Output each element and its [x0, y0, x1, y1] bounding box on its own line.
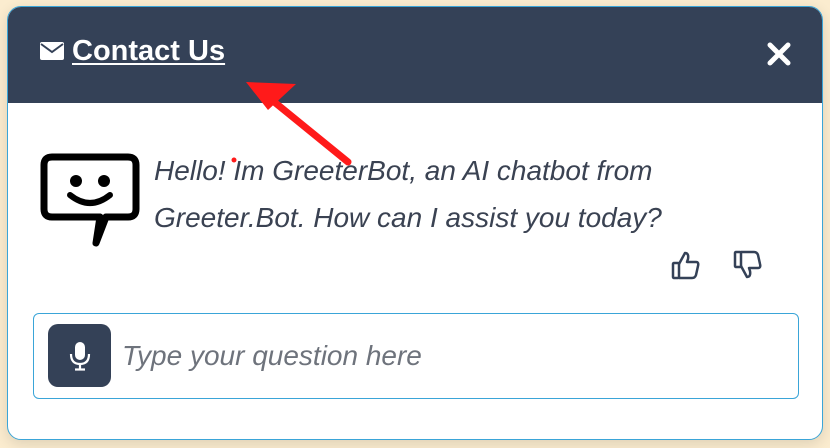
- microphone-icon: [69, 341, 90, 371]
- question-input[interactable]: [122, 328, 782, 384]
- close-button[interactable]: [766, 41, 792, 67]
- contact-us-link[interactable]: Contact Us: [40, 35, 225, 68]
- message-feedback: [670, 249, 764, 281]
- close-icon: [767, 42, 791, 66]
- dislike-button[interactable]: [732, 249, 764, 281]
- contact-us-label: Contact Us: [72, 35, 226, 67]
- chat-smiley-icon: [40, 151, 140, 251]
- microphone-button[interactable]: [48, 324, 111, 387]
- widget-header: Contact Us: [8, 7, 822, 103]
- thumbs-down-icon: [733, 250, 762, 279]
- chat-widget: Contact Us Hello! Im GreeterBot, an AI c…: [7, 6, 823, 440]
- bot-message-text: Hello! Im GreeterBot, an AI chatbot from…: [154, 155, 662, 233]
- question-input-bar: [33, 313, 799, 399]
- envelope-icon: [40, 35, 64, 68]
- like-button[interactable]: [670, 249, 702, 281]
- thumbs-up-icon: [671, 251, 700, 280]
